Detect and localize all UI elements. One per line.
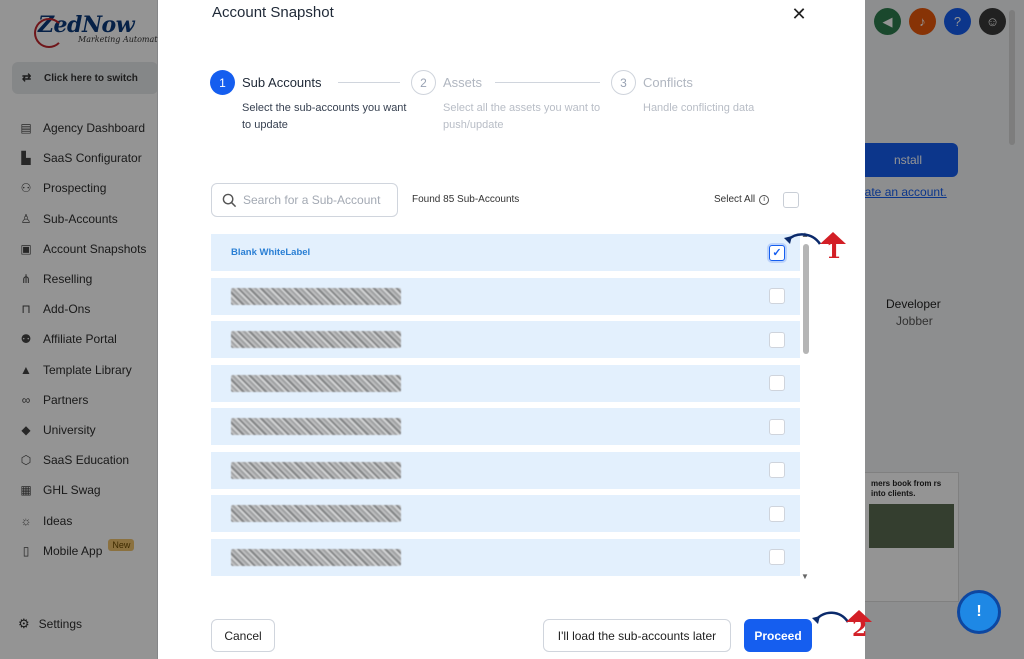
found-count: Found 85 Sub-Accounts — [412, 194, 520, 205]
select-all-checkbox[interactable] — [783, 192, 799, 208]
step-number: 3 — [611, 70, 636, 95]
step-connector — [338, 82, 400, 83]
step-description: Handle conflicting data — [643, 102, 755, 114]
step-connector — [495, 82, 600, 83]
info-icon[interactable]: i — [759, 194, 770, 205]
row-checkbox[interactable] — [769, 462, 785, 478]
row-checkbox[interactable] — [769, 549, 785, 565]
sub-account-name: Blank WhiteLabel — [231, 247, 311, 258]
load-later-button[interactable]: I'll load the sub-accounts later — [543, 619, 731, 652]
scroll-down-icon[interactable]: ▼ — [801, 572, 809, 581]
sub-account-row[interactable] — [211, 451, 800, 489]
step-number: 1 — [210, 70, 235, 95]
search-icon — [222, 193, 237, 207]
redacted-account-name — [231, 418, 401, 435]
search-input[interactable] — [243, 193, 393, 207]
row-checkbox[interactable] — [769, 505, 785, 522]
cancel-button[interactable]: Cancel — [211, 619, 275, 652]
step-assets: 2 Assets Select all the assets you want … — [411, 70, 600, 131]
search-field[interactable] — [211, 183, 398, 217]
redacted-account-name — [231, 287, 401, 305]
step-name: Assets — [443, 75, 483, 90]
sub-account-row[interactable] — [211, 538, 800, 576]
sub-account-list: Blank WhiteLabel ✓ — [211, 234, 801, 580]
row-checkbox[interactable] — [769, 288, 785, 304]
page-scroll-thumb[interactable] — [1009, 10, 1015, 145]
feedback-chat-icon[interactable]: ! — [957, 590, 1001, 634]
step-name: Sub Accounts — [242, 75, 322, 90]
modal-title: Account Snapshot — [212, 4, 334, 21]
step-description: Select the sub-accounts you want to upda… — [242, 102, 407, 131]
annotation-2: 2 — [808, 606, 880, 646]
redacted-account-name — [231, 505, 401, 522]
step-conflicts: 3 Conflicts Handle conflicting data — [611, 70, 754, 114]
sub-account-row[interactable]: Blank WhiteLabel ✓ — [211, 234, 800, 271]
step-description: Select all the assets you want to push/u… — [443, 102, 601, 131]
sub-account-row[interactable] — [211, 321, 800, 358]
step-sub-accounts: 1 Sub Accounts Select the sub-accounts y… — [210, 70, 406, 131]
sub-account-row[interactable] — [211, 408, 800, 445]
annotation-number: 1 — [826, 238, 842, 264]
step-name: Conflicts — [643, 75, 693, 90]
sub-account-row[interactable] — [211, 364, 800, 402]
proceed-button[interactable]: Proceed — [744, 619, 812, 652]
redacted-account-name — [231, 461, 401, 479]
sub-account-row[interactable] — [211, 495, 800, 532]
annotation-number: 2 — [852, 616, 868, 642]
row-checkbox[interactable] — [769, 418, 785, 435]
row-checkbox[interactable] — [769, 375, 785, 391]
annotation-1: 1 — [780, 228, 852, 264]
page-scrollbar[interactable] — [1007, 0, 1017, 659]
step-number: 2 — [411, 70, 436, 95]
redacted-account-name — [231, 548, 401, 566]
row-checkbox[interactable] — [769, 331, 785, 348]
account-snapshot-modal: Account Snapshot ✕ 1 Sub Accounts Select… — [158, 0, 865, 659]
sub-account-row[interactable] — [211, 277, 800, 315]
redacted-account-name — [231, 374, 401, 392]
list-scrollbar[interactable]: ▲ ▼ — [801, 230, 809, 581]
close-icon[interactable]: ✕ — [790, 4, 808, 24]
select-all-text: Select All — [714, 194, 756, 205]
stepper: 1 Sub Accounts Select the sub-accounts y… — [210, 70, 810, 140]
redacted-account-name — [231, 331, 401, 348]
select-all-label: Select All i — [714, 194, 770, 205]
curved-arrow-icon — [784, 233, 822, 245]
